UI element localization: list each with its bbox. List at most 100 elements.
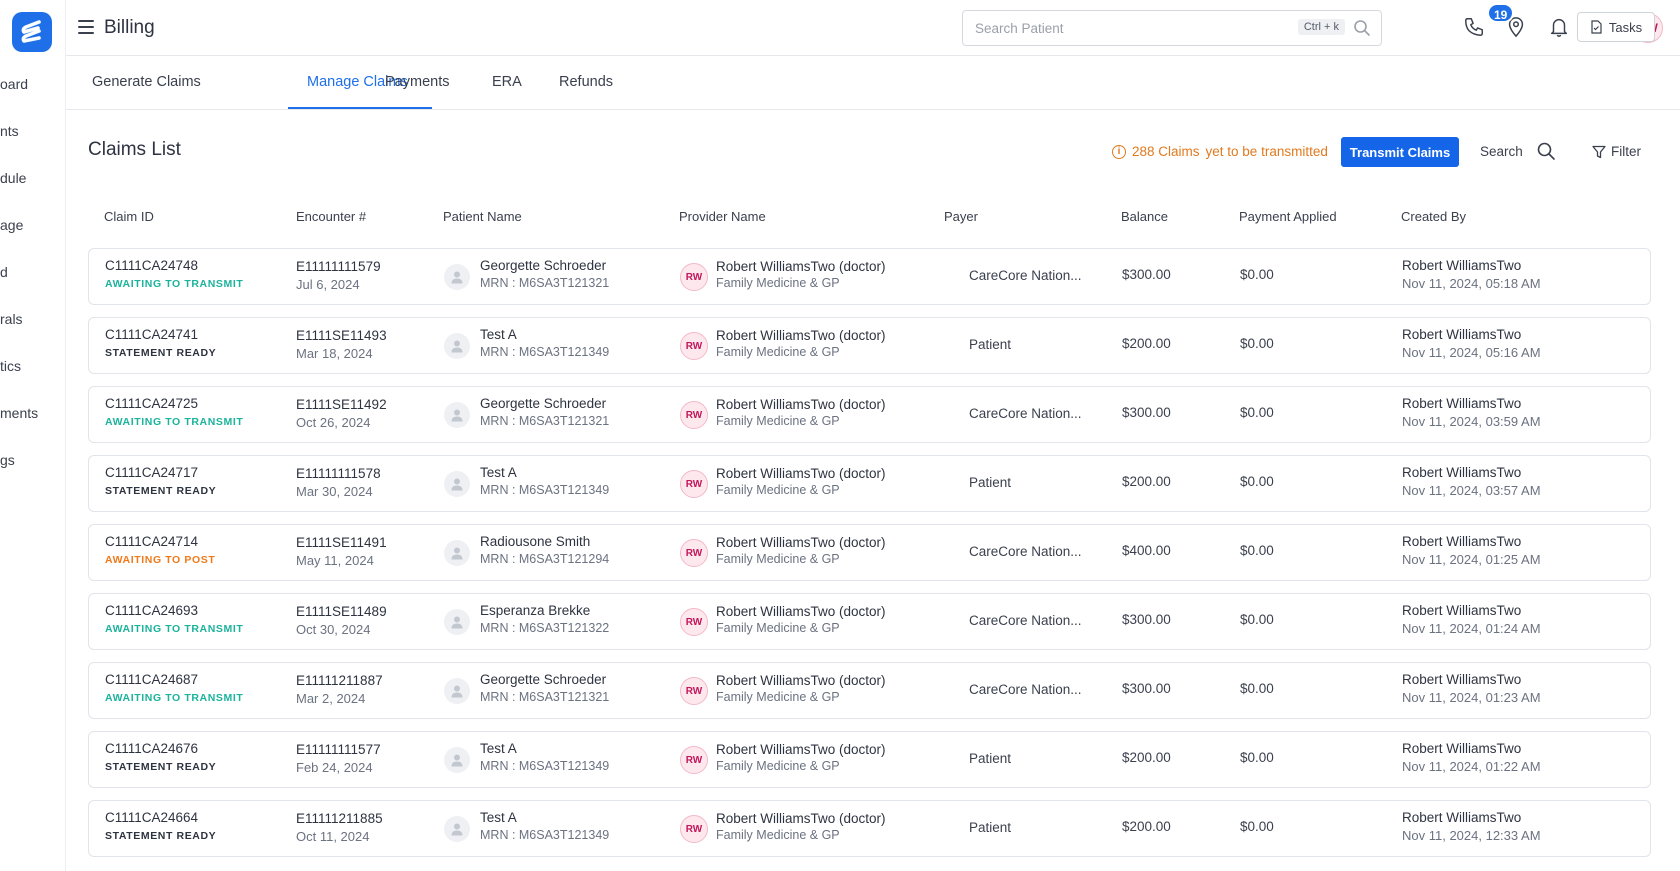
sidebar-item[interactable]: nts — [0, 123, 19, 139]
patient-search[interactable]: Ctrl + k — [962, 10, 1382, 46]
patient-name[interactable]: Esperanza Brekke — [480, 603, 609, 618]
sidebar-item[interactable]: dule — [0, 170, 26, 186]
bell-icon[interactable] — [1549, 16, 1569, 43]
claim-row[interactable]: C1111CA24717 STATEMENT READY E11111111578 M… — [88, 455, 1651, 512]
tab-payments[interactable]: Payments — [385, 74, 449, 90]
encounter-cell: E11111111577 Feb 24, 2024 — [296, 742, 381, 775]
search-icon[interactable] — [1353, 19, 1371, 42]
created-by-cell: Robert WilliamsTwo Nov 11, 2024, 03:57 AM — [1402, 465, 1541, 498]
pending-claims-notice: i 288 Claims yet to be transmitted — [1112, 144, 1328, 159]
tab-era[interactable]: ERA — [492, 74, 522, 90]
encounter-date: Mar 18, 2024 — [296, 346, 373, 361]
sidebar-item[interactable]: d — [0, 264, 8, 280]
provider-avatar: RW — [680, 332, 708, 360]
patient-search-input[interactable] — [963, 11, 1263, 45]
encounter-id[interactable]: E11111111579 — [296, 259, 381, 274]
encounter-date: Mar 30, 2024 — [296, 484, 373, 499]
encounter-id[interactable]: E1111SE11492 — [296, 397, 387, 412]
encounter-id[interactable]: E1111SE11491 — [296, 535, 387, 550]
col-payment-applied[interactable]: Payment Applied — [1239, 209, 1337, 224]
encounter-cell: E11111111578 Mar 30, 2024 — [296, 466, 381, 499]
claims-search-label[interactable]: Search — [1480, 144, 1523, 159]
created-at: Nov 11, 2024, 01:25 AM — [1402, 552, 1541, 567]
sidebar-item[interactable]: age — [0, 217, 23, 233]
encounter-id[interactable]: E1111SE11493 — [296, 328, 387, 343]
filter-button[interactable]: Filter — [1592, 144, 1641, 159]
claims-search-icon[interactable] — [1536, 141, 1556, 166]
claim-id-cell: C1111CA24693 AWAITING TO TRANSMIT — [105, 603, 243, 635]
patient-name[interactable]: Test A — [480, 741, 609, 756]
balance-cell: $300.00 — [1122, 267, 1171, 282]
transmit-claims-button[interactable]: Transmit Claims — [1341, 137, 1459, 167]
patient-name[interactable]: Test A — [480, 465, 609, 480]
claim-id[interactable]: C1111CA24748 — [105, 258, 243, 273]
patient-name[interactable]: Test A — [480, 810, 609, 825]
sidebar-item[interactable]: ments — [0, 405, 38, 421]
created-by-name: Robert WilliamsTwo — [1402, 396, 1522, 411]
tab-generate-claims[interactable]: Generate Claims — [92, 74, 201, 90]
app-logo[interactable] — [12, 12, 52, 52]
encounter-cell: E1111SE11489 Oct 30, 2024 — [296, 604, 387, 637]
claim-id[interactable]: C1111CA24714 — [105, 534, 215, 549]
patient-name[interactable]: Georgette Schroeder — [480, 672, 609, 687]
created-by-cell: Robert WilliamsTwo Nov 11, 2024, 01:25 AM — [1402, 534, 1541, 567]
claim-id[interactable]: C1111CA24664 — [105, 810, 216, 825]
created-at: Nov 11, 2024, 05:16 AM — [1402, 345, 1541, 360]
encounter-id[interactable]: E11111111577 — [296, 742, 381, 757]
claim-id[interactable]: C1111CA24687 — [105, 672, 243, 687]
provider-avatar: RW — [680, 746, 708, 774]
provider-specialty: Family Medicine & GP — [716, 621, 840, 635]
tab-refunds[interactable]: Refunds — [559, 74, 613, 90]
provider-avatar: RW — [680, 263, 708, 291]
claim-row[interactable]: C1111CA24693 AWAITING TO TRANSMIT E1111SE1… — [88, 593, 1651, 650]
claim-id[interactable]: C1111CA24717 — [105, 465, 216, 480]
claim-id[interactable]: C1111CA24676 — [105, 741, 216, 756]
claim-row[interactable]: C1111CA24687 AWAITING TO TRANSMIT E1111121… — [88, 662, 1651, 719]
claim-id[interactable]: C1111CA24741 — [105, 327, 216, 342]
claim-id[interactable]: C1111CA24693 — [105, 603, 243, 618]
payment-applied-cell: $0.00 — [1240, 474, 1274, 489]
claim-id-cell: C1111CA24741 STATEMENT READY — [105, 327, 216, 359]
tasks-button[interactable]: Tasks — [1577, 12, 1655, 42]
claim-row[interactable]: C1111CA24714 AWAITING TO POST E1111SE11491… — [88, 524, 1651, 581]
col-claim-id[interactable]: Claim ID — [104, 209, 154, 224]
created-by-name: Robert WilliamsTwo — [1402, 465, 1522, 480]
balance-cell: $200.00 — [1122, 474, 1171, 489]
encounter-id[interactable]: E1111SE11489 — [296, 604, 387, 619]
created-at: Nov 11, 2024, 05:18 AM — [1402, 276, 1541, 291]
col-patient-name[interactable]: Patient Name — [443, 209, 522, 224]
col-balance[interactable]: Balance — [1121, 209, 1168, 224]
claim-row[interactable]: C1111CA24676 STATEMENT READY E11111111577 F… — [88, 731, 1651, 788]
claim-row[interactable]: C1111CA24748 AWAITING TO TRANSMIT E1111111… — [88, 248, 1651, 305]
patient-cell: Georgette Schroeder MRN : M6SA3T121321 — [480, 258, 609, 290]
patient-name[interactable]: Test A — [480, 327, 609, 342]
provider-cell: Robert WilliamsTwo (doctor) Family Medici… — [716, 673, 886, 704]
patient-avatar-icon — [444, 402, 470, 428]
sidebar-item[interactable]: oard — [0, 76, 28, 92]
menu-icon[interactable] — [78, 20, 94, 34]
sidebar-item[interactable]: rals — [0, 311, 23, 327]
patient-name[interactable]: Georgette Schroeder — [480, 396, 609, 411]
claim-row[interactable]: C1111CA24664 STATEMENT READY E11111211885 O… — [88, 800, 1651, 857]
encounter-id[interactable]: E11111211885 — [296, 811, 383, 826]
col-payer[interactable]: Payer — [944, 209, 978, 224]
claim-row[interactable]: C1111CA24741 STATEMENT READY E1111SE11493 M… — [88, 317, 1651, 374]
phone-icon[interactable] — [1463, 16, 1485, 43]
claim-id[interactable]: C1111CA24725 — [105, 396, 243, 411]
col-provider-name[interactable]: Provider Name — [679, 209, 766, 224]
sidebar-item[interactable]: gs — [0, 452, 15, 468]
balance-cell: $400.00 — [1122, 543, 1171, 558]
patient-name[interactable]: Radiousone Smith — [480, 534, 609, 549]
patient-name[interactable]: Georgette Schroeder — [480, 258, 609, 273]
provider-cell: Robert WilliamsTwo (doctor) Family Medici… — [716, 328, 886, 359]
encounter-id[interactable]: E11111111578 — [296, 466, 381, 481]
col-created-by[interactable]: Created By — [1401, 209, 1466, 224]
encounter-id[interactable]: E11111211887 — [296, 673, 383, 688]
col-encounter[interactable]: Encounter # — [296, 209, 366, 224]
claim-row[interactable]: C1111CA24725 AWAITING TO TRANSMIT E1111SE1… — [88, 386, 1651, 443]
claim-status-badge: STATEMENT READY — [105, 830, 217, 842]
provider-cell: Robert WilliamsTwo (doctor) Family Medici… — [716, 811, 886, 842]
sidebar-item[interactable]: tics — [0, 358, 21, 374]
created-by-name: Robert WilliamsTwo — [1402, 672, 1522, 687]
patient-mrn: MRN : M6SA3T121321 — [480, 690, 610, 704]
